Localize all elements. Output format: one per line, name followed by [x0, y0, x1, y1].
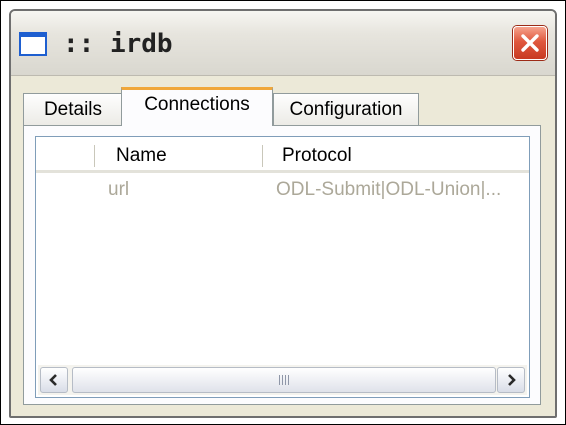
column-separator[interactable]: [262, 145, 263, 167]
tab-details-label: Details: [43, 99, 103, 120]
grip-icon: [279, 375, 289, 385]
title-bar[interactable]: :: irdb: [11, 11, 555, 76]
scroll-left-button[interactable]: [40, 367, 68, 393]
horizontal-scrollbar[interactable]: [38, 365, 527, 395]
screenshot-frame: :: irdb Details Connections Configuratio…: [0, 0, 566, 425]
column-separator[interactable]: [94, 145, 95, 167]
row-name-cell: url: [108, 179, 130, 200]
chevron-left-icon: [49, 374, 57, 386]
tab-details[interactable]: Details: [23, 93, 123, 125]
close-button[interactable]: [513, 26, 547, 60]
column-header-name[interactable]: Name: [116, 145, 167, 167]
connections-panel: Name Protocol url ODL-Submit|ODL-Union|.…: [23, 125, 541, 405]
column-header-protocol[interactable]: Protocol: [282, 145, 352, 167]
scroll-thumb[interactable]: [72, 367, 496, 393]
tab-connections-label: Connections: [144, 94, 250, 115]
connections-list[interactable]: Name Protocol url ODL-Submit|ODL-Union|.…: [35, 136, 530, 398]
window: :: irdb Details Connections Configuratio…: [9, 9, 557, 418]
chevron-right-icon: [508, 374, 516, 386]
tab-configuration[interactable]: Configuration: [273, 93, 419, 125]
window-icon: [19, 32, 47, 56]
scroll-right-button[interactable]: [497, 367, 525, 393]
row-protocol-cell: ODL-Submit|ODL-Union|...: [276, 179, 502, 200]
window-title: :: irdb: [63, 29, 173, 59]
tab-strip: Details Connections Configuration: [23, 85, 543, 126]
tab-configuration-label: Configuration: [289, 99, 403, 120]
table-row[interactable]: url ODL-Submit|ODL-Union|...: [36, 173, 529, 203]
list-header: Name Protocol: [36, 137, 529, 173]
tab-connections[interactable]: Connections: [121, 87, 273, 126]
close-icon: [521, 34, 539, 52]
